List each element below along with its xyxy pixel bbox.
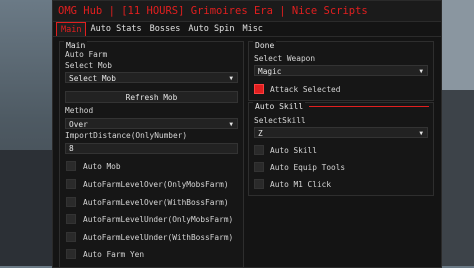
auto-skill-accent-line: [309, 106, 429, 107]
select-skill-value: Z: [258, 129, 263, 138]
refresh-mob-button[interactable]: Refresh Mob: [65, 91, 238, 103]
select-mob-dropdown[interactable]: Select Mob ▼: [65, 72, 238, 83]
autofarm-under-onlymobs-label: AutoFarmLevelUnder(OnlyMobsFarm): [83, 215, 234, 224]
import-distance-input[interactable]: 8: [65, 143, 238, 154]
auto-mob-checkbox[interactable]: [66, 161, 76, 171]
tab-bosses[interactable]: Bosses: [146, 22, 185, 36]
select-skill-dropdown[interactable]: Z ▼: [254, 127, 428, 138]
select-skill-label: SelectSkill: [254, 116, 306, 125]
auto-skill-checkbox[interactable]: [254, 145, 264, 155]
done-panel: Done Select Weapon Magic ▼ Attack Select…: [248, 41, 434, 101]
main-panel-title: Main: [64, 41, 88, 50]
script-hub-window: OMG Hub | [11 HOURS] Grimoires Era | Nic…: [52, 0, 442, 268]
autofarm-under-withboss-label: AutoFarmLevelUnder(WithBossFarm): [83, 233, 234, 242]
method-dropdown[interactable]: Over ▼: [65, 118, 238, 129]
import-distance-label: ImportDistance(OnlyNumber): [65, 131, 188, 140]
auto-skill-panel: Auto Skill SelectSkill Z ▼ Auto Skill Au…: [248, 102, 434, 196]
chevron-down-icon: ▼: [229, 75, 233, 82]
window-title[interactable]: OMG Hub | [11 HOURS] Grimoires Era | Nic…: [53, 1, 441, 22]
auto-equip-tools-label: Auto Equip Tools: [270, 163, 346, 172]
auto-m1-click-checkbox[interactable]: [254, 179, 264, 189]
background-rock: [0, 150, 60, 266]
tab-main[interactable]: Main: [56, 22, 87, 36]
chevron-down-icon: ▼: [419, 130, 423, 137]
auto-farm-yen-checkbox[interactable]: [66, 249, 76, 259]
auto-farm-label: Auto Farm: [65, 50, 108, 59]
auto-equip-tools-checkbox[interactable]: [254, 162, 264, 172]
select-weapon-label: Select Weapon: [254, 54, 316, 63]
auto-skill-label: Auto Skill: [270, 146, 317, 155]
autofarm-over-onlymobs-checkbox[interactable]: [66, 179, 76, 189]
select-mob-value: Select Mob: [69, 74, 116, 83]
chevron-down-icon: ▼: [229, 121, 233, 128]
tab-misc[interactable]: Misc: [238, 22, 266, 36]
auto-skill-panel-title: Auto Skill: [253, 102, 306, 111]
autofarm-over-withboss-checkbox[interactable]: [66, 197, 76, 207]
auto-m1-click-label: Auto M1 Click: [270, 180, 332, 189]
autofarm-over-withboss-label: AutoFarmLevelOver(WithBossFarm): [83, 198, 229, 207]
tab-auto-stats[interactable]: Auto Stats: [86, 22, 145, 36]
attack-selected-checkbox[interactable]: [254, 84, 264, 94]
autofarm-under-onlymobs-checkbox[interactable]: [66, 214, 76, 224]
tab-auto-spin[interactable]: Auto Spin: [184, 22, 238, 36]
select-weapon-dropdown[interactable]: Magic ▼: [254, 65, 428, 76]
method-label: Method: [65, 106, 94, 115]
attack-selected-label: Attack Selected: [270, 85, 341, 94]
auto-mob-label: Auto Mob: [83, 162, 121, 171]
method-value: Over: [69, 120, 88, 129]
auto-farm-yen-label: Auto Farm Yen: [83, 250, 145, 259]
chevron-down-icon: ▼: [419, 68, 423, 75]
tab-bar: Main Auto Stats Bosses Auto Spin Misc: [53, 22, 441, 37]
select-weapon-value: Magic: [258, 67, 282, 76]
select-mob-label: Select Mob: [65, 61, 112, 70]
autofarm-under-withboss-checkbox[interactable]: [66, 232, 76, 242]
main-panel: Main Auto Farm Select Mob Select Mob ▼ R…: [59, 41, 244, 268]
done-panel-title: Done: [253, 41, 277, 50]
autofarm-over-onlymobs-label: AutoFarmLevelOver(OnlyMobsFarm): [83, 180, 229, 189]
